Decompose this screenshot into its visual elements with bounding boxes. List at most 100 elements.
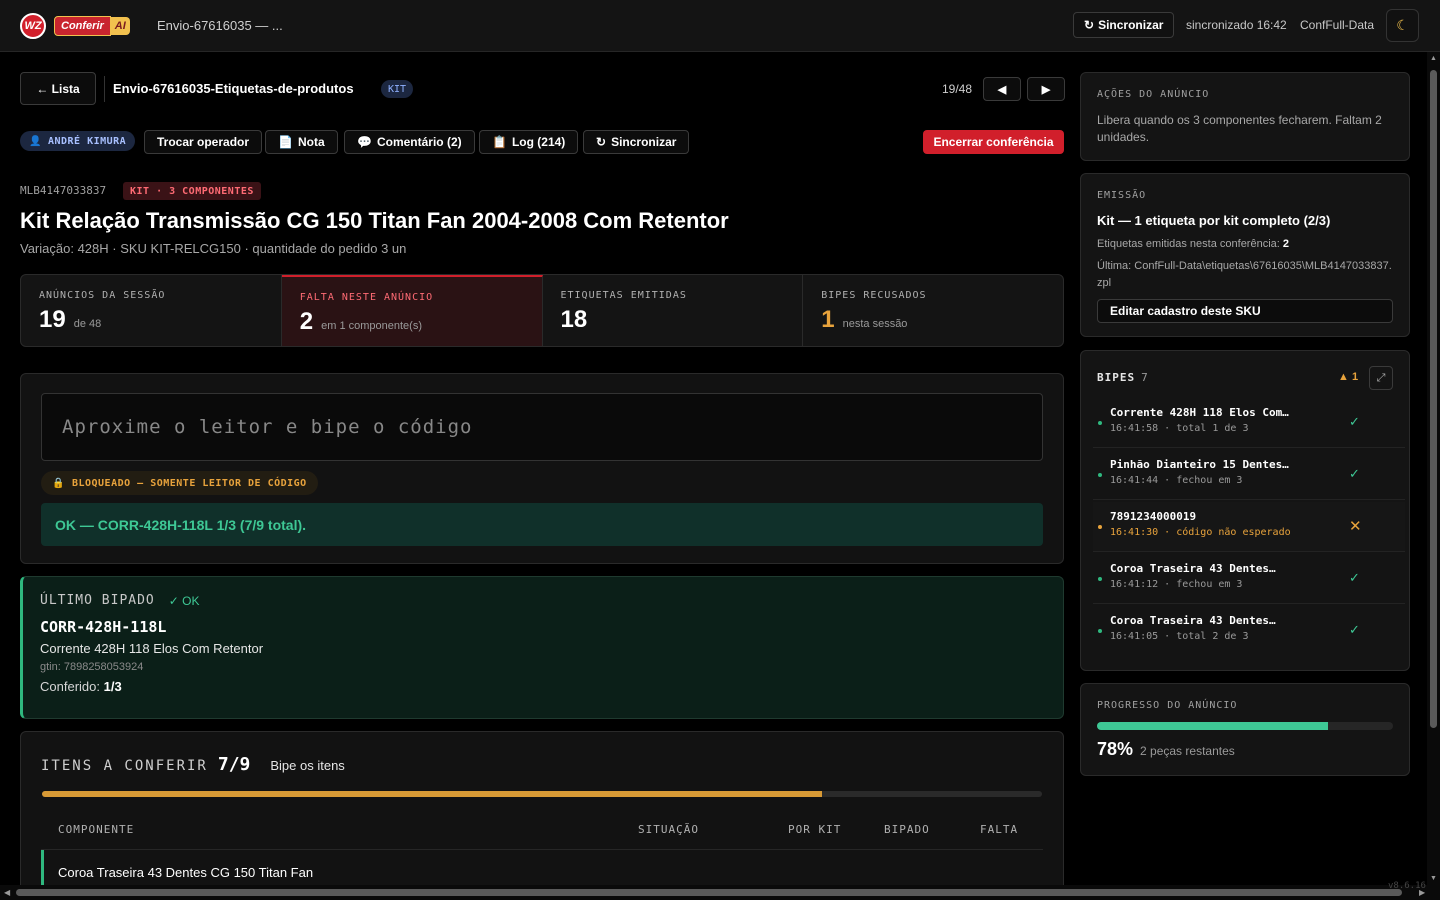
switch-operator-button[interactable]: Trocar operador [144, 130, 263, 154]
emission-label: EMISSÃO [1097, 190, 1147, 201]
scan-item-name: Pinhão Dianteiro 15 Dentes… [1110, 458, 1289, 471]
expand-icon: ⤢ [1376, 371, 1386, 384]
listing-actions-label: AÇÕES DO ANÚNCIO [1097, 89, 1210, 100]
note-button[interactable]: 📄 Nota [265, 130, 338, 154]
back-to-list-button[interactable]: ← Lista [20, 72, 96, 105]
listing-actions-card: AÇÕES DO ANÚNCIO Libera quando os 3 comp… [1080, 72, 1410, 161]
comments-label: Comentário (2) [376, 135, 462, 149]
app-logo[interactable]: WZ [20, 13, 46, 39]
stat-label: ANÚNCIOS DA SESSÃO [39, 290, 166, 301]
stat-session-listings: ANÚNCIOS DA SESSÃO 19 de 48 [21, 275, 282, 346]
check-icon: ✓ [1349, 466, 1360, 481]
stat-sub: nesta sessão [842, 318, 908, 330]
scan-item-name: 7891234000019 [1110, 510, 1197, 523]
progress-label: PROGRESSO DO ANÚNCIO [1097, 700, 1238, 711]
scans-label: BIPES [1097, 371, 1136, 384]
top-bar: WZ Conferir AI Envio-67616035 — ... ↻ Si… [0, 0, 1440, 52]
scan-item-meta: 16:41:30 · código não esperado [1110, 527, 1291, 538]
moon-icon: ☾ [1396, 17, 1409, 33]
refresh-icon: ↻ [1084, 18, 1095, 32]
scroll-left-icon[interactable]: ◀ [4, 888, 10, 897]
last-scanned-name: Corrente 428H 118 Elos Com Retentor [40, 641, 264, 656]
comments-button[interactable]: 💬 Comentário (2) [344, 130, 475, 154]
horizontal-scroll-thumb[interactable] [16, 889, 1402, 896]
scroll-up-icon[interactable]: ▲ [1430, 55, 1437, 62]
emission-last-path: Última: ConfFull-Data\etiquetas\67616035… [1097, 260, 1392, 289]
brand-word: Conferir [54, 16, 111, 36]
barcode-input[interactable]: Aproxime o leitor e bipe o código [41, 393, 1043, 461]
checked-value: 1/3 [103, 679, 122, 694]
edit-sku-button[interactable]: Editar cadastro deste SKU [1097, 299, 1393, 323]
sync-label: Sincronizar [611, 135, 677, 149]
brand-badge: Conferir AI [54, 15, 130, 37]
end-check-button[interactable]: Encerrar conferência [923, 130, 1064, 154]
scan-item-error[interactable]: 7891234000019 16:41:30 · código não espe… [1093, 502, 1405, 552]
scan-item[interactable]: Corrente 428H 118 Elos Com… 16:41:58 · t… [1093, 398, 1405, 448]
scan-item[interactable]: Coroa Traseira 43 Dentes… 16:41:05 · tot… [1093, 606, 1405, 656]
pager-indicator: 19/48 [942, 82, 973, 96]
scan-result-message: OK — CORR-428H-118L 1/3 (7/9 total). [41, 503, 1043, 546]
scan-item-meta: 16:41:12 · fechou em 3 [1110, 579, 1243, 590]
horizontal-scrollbar[interactable]: ◀ ▶ [0, 885, 1440, 900]
expand-button[interactable]: ⤢ [1369, 366, 1393, 390]
stats-strip: ANÚNCIOS DA SESSÃO 19 de 48 FALTA NESTE A… [20, 274, 1064, 347]
emitted-label: Etiquetas emitidas nesta conferência: [1097, 238, 1280, 250]
status-dot [1098, 577, 1102, 581]
lock-icon: 🔒 [52, 477, 65, 489]
sync-button[interactable]: ↻ Sincronizar [583, 130, 690, 154]
next-button[interactable]: ▶ [1027, 77, 1065, 101]
kit-tag: KIT [381, 80, 414, 98]
emission-title: Kit — 1 etiqueta por kit completo (2/3) [1097, 213, 1331, 228]
check-icon: ✓ [1349, 414, 1360, 429]
table-row[interactable]: Coroa Traseira 43 Dentes CG 150 Titan Fa… [41, 850, 1043, 890]
items-title: ITENS A CONFERIR [41, 758, 208, 774]
warning-icon: ▲ [1338, 371, 1349, 383]
items-progress-bar [42, 791, 1042, 797]
stat-sub: em 1 componente(s) [321, 320, 422, 332]
col-component: COMPONENTE [58, 823, 135, 836]
status-dot [1098, 629, 1102, 633]
stat-value: 19 [39, 306, 66, 333]
note-label: Nota [297, 135, 325, 149]
header-divider [104, 76, 105, 102]
items-count: 7/9 [217, 754, 251, 775]
listing-progress-card: PROGRESSO DO ANÚNCIO 78% 2 peças restante… [1080, 683, 1410, 776]
last-scanned-status: ✓ OK [168, 593, 200, 608]
scan-item-meta: 16:41:05 · total 2 de 3 [1110, 631, 1249, 642]
scan-panel: Aproxime o leitor e bipe o código 🔒 BLOQ… [20, 373, 1064, 564]
col-status: SITUAÇÃO [638, 823, 699, 836]
top-sync-button[interactable]: ↻ Sincronizar [1073, 12, 1175, 38]
stat-label: ETIQUETAS EMITIDAS [560, 290, 687, 301]
stat-labels-emitted: ETIQUETAS EMITIDAS 18 [543, 275, 804, 346]
emitted-value: 2 [1282, 238, 1290, 250]
locked-badge: 🔒 BLOQUEADO — SOMENTE LEITOR DE CÓDIGO [41, 471, 318, 495]
prev-button[interactable]: ◀ [983, 77, 1021, 101]
progress-fill [1097, 722, 1328, 730]
vertical-scroll-thumb[interactable] [1430, 70, 1437, 728]
top-sync-label: Sincronizar [1098, 18, 1164, 32]
status-dot [1098, 525, 1102, 529]
col-per-kit: POR KIT [788, 823, 842, 836]
stat-label: FALTA NESTE ANÚNCIO [299, 292, 434, 303]
operator-badge: 👤 ANDRÉ KIMURA [20, 131, 136, 151]
status-dot [1098, 421, 1102, 425]
checked-label: Conferido: [40, 679, 100, 694]
check-icon: ✓ [1349, 622, 1360, 637]
last-scanned-code: CORR-428H-118L [40, 618, 167, 636]
listing-actions-text: Libera quando os 3 componentes fecharem.… [1097, 113, 1382, 144]
vertical-scrollbar[interactable]: ▲ ▼ [1427, 52, 1440, 885]
scan-item-meta: 16:41:58 · total 1 de 3 [1110, 423, 1249, 434]
log-button[interactable]: 📋 Log (214) [479, 130, 579, 154]
kit-components-badge: KIT · 3 COMPONENTES [123, 182, 261, 200]
scan-item[interactable]: Pinhão Dianteiro 15 Dentes… 16:41:44 · f… [1093, 450, 1405, 500]
scroll-down-icon[interactable]: ▼ [1430, 875, 1437, 882]
items-hint: Bipe os itens [270, 758, 345, 773]
items-progress-fill [42, 791, 822, 797]
scans-warning: ▲ 1 [1338, 371, 1358, 383]
scan-item[interactable]: Coroa Traseira 43 Dentes… 16:41:12 · fec… [1093, 554, 1405, 604]
user-icon: 👤 [29, 135, 42, 147]
product-subtitle: Variação: 428H · SKU KIT-RELCG150 · quan… [20, 241, 407, 256]
operator-name: ANDRÉ KIMURA [47, 135, 127, 147]
theme-toggle-button[interactable]: ☾ [1386, 9, 1419, 42]
stat-value: 2 [299, 308, 314, 335]
